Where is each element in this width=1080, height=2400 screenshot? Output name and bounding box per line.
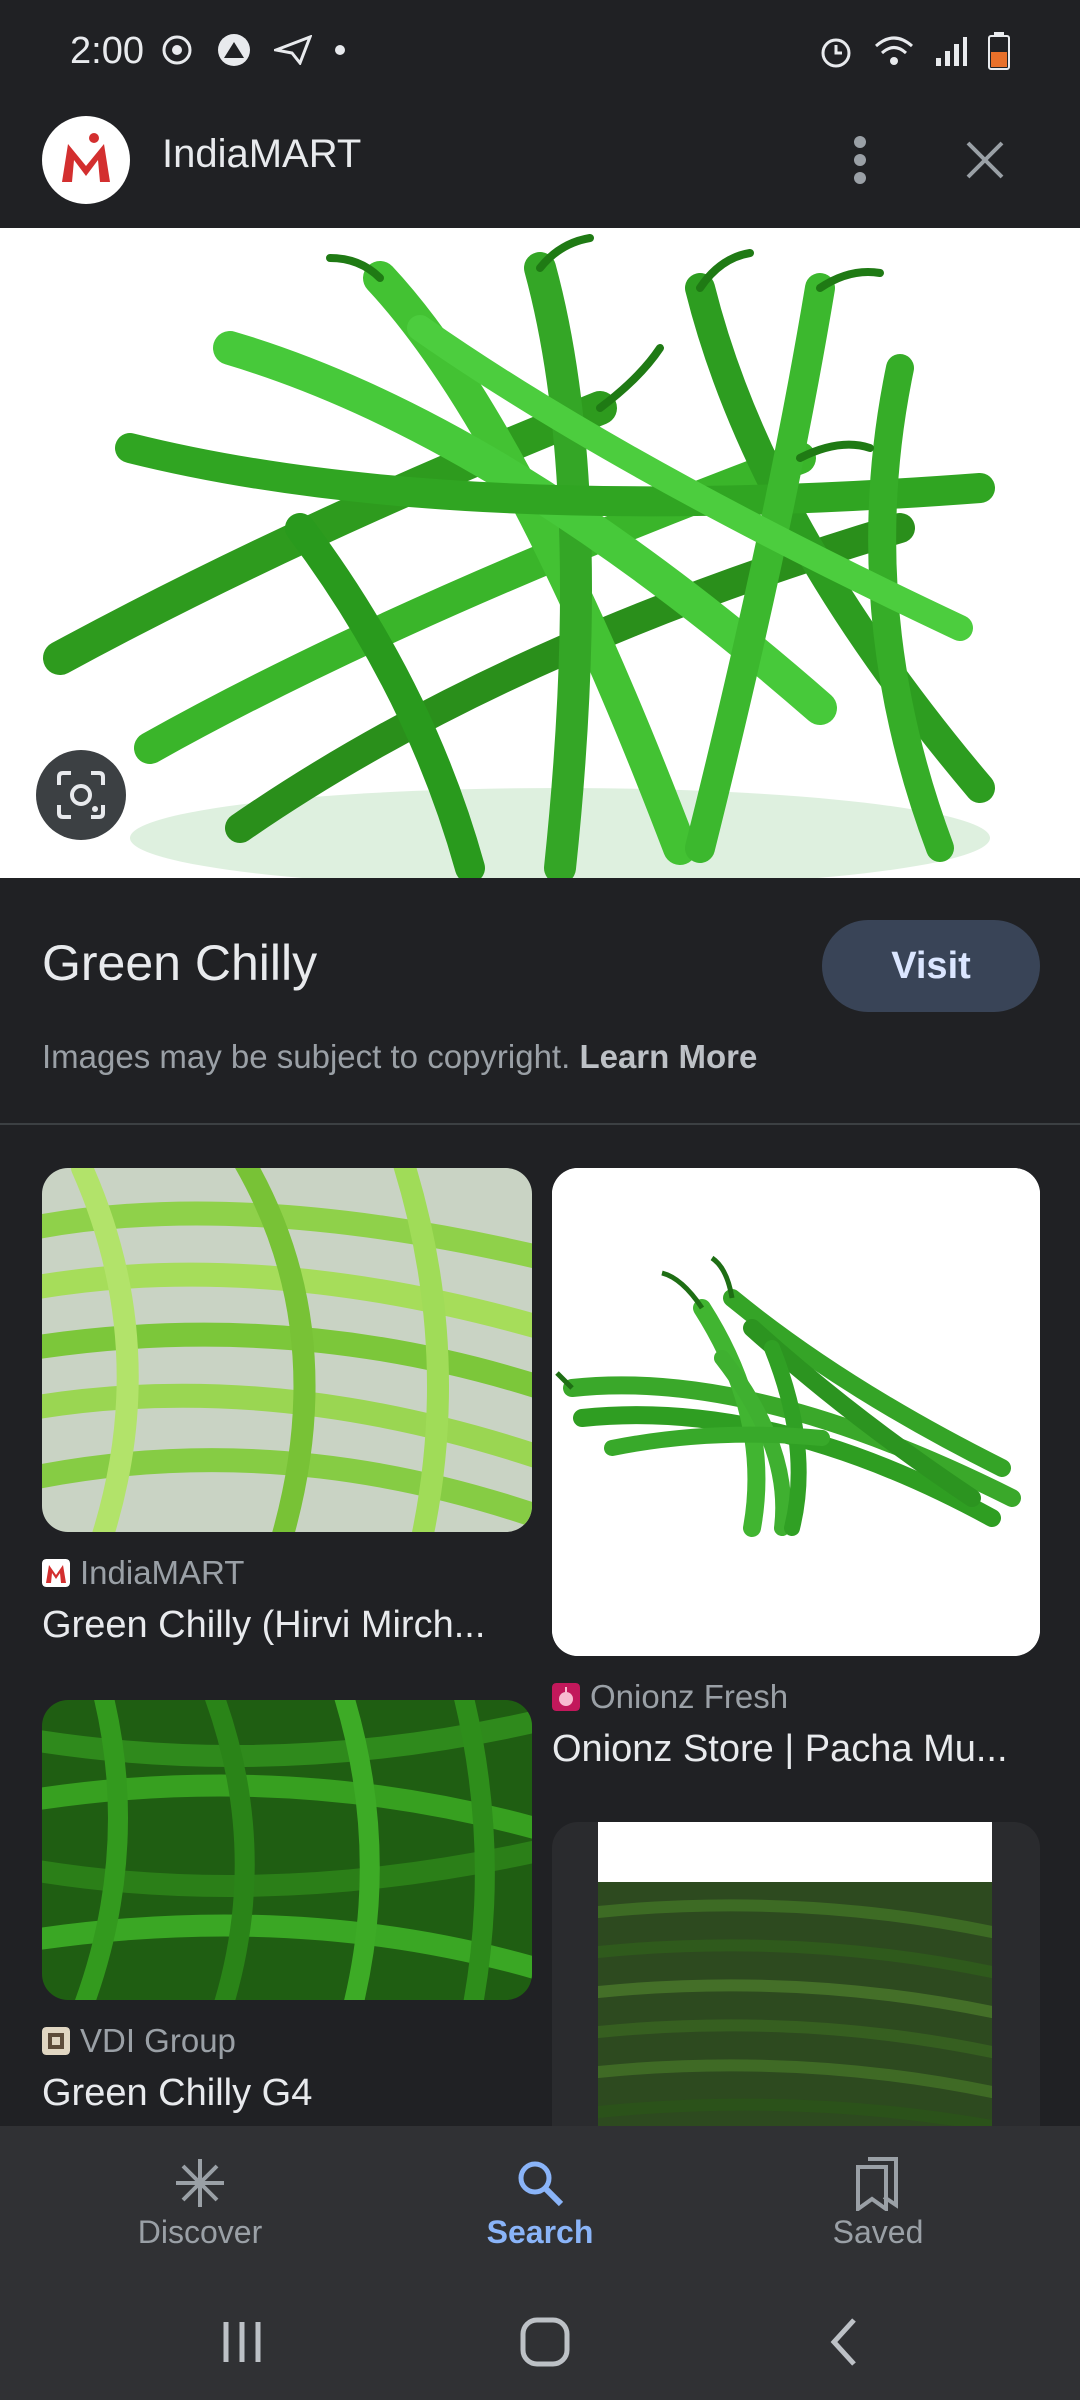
related-source: Onionz Fresh bbox=[590, 1678, 789, 1715]
green-chilies-image bbox=[0, 228, 1080, 878]
copyright-text: Images may be subject to copyright. bbox=[42, 1038, 571, 1075]
battery-icon bbox=[988, 32, 1010, 70]
related-source: IndiaMART bbox=[80, 1554, 245, 1591]
result-header: Green Chilly Visit Images may be subject… bbox=[0, 878, 1080, 1125]
related-title[interactable]: Green Chilly (Hirvi Mirch... bbox=[42, 1604, 532, 1647]
chilies-thumbnail bbox=[552, 1168, 1040, 1656]
learn-more-link[interactable]: Learn More bbox=[579, 1038, 757, 1075]
home-button[interactable] bbox=[515, 2312, 575, 2372]
google-lens-icon bbox=[57, 771, 105, 819]
status-time: 2:00 bbox=[70, 30, 144, 72]
related-source: VDI Group bbox=[80, 2022, 236, 2059]
nav-search-label: Search bbox=[486, 2214, 594, 2250]
related-title[interactable]: Green Chilly G4 bbox=[42, 2072, 532, 2115]
visit-button[interactable]: Visit bbox=[822, 920, 1040, 1012]
chilies-thumbnail bbox=[598, 1822, 992, 2126]
related-card[interactable]: Onionz Fresh Onionz Store | Pacha Mu... bbox=[552, 1168, 1040, 1771]
sync-icon bbox=[162, 35, 192, 65]
nav-search[interactable]: Search bbox=[420, 2152, 660, 2251]
signal-icon bbox=[936, 37, 967, 66]
recents-icon bbox=[223, 2322, 261, 2362]
related-card[interactable] bbox=[552, 1822, 1040, 2126]
chilies-thumbnail bbox=[42, 1168, 532, 1532]
result-title: Green Chilly bbox=[42, 935, 318, 991]
related-image[interactable] bbox=[42, 1168, 532, 1532]
lens-button[interactable] bbox=[36, 750, 126, 840]
nav-discover[interactable]: Discover bbox=[80, 2152, 320, 2251]
bookmark-icon bbox=[856, 2157, 898, 2211]
site-logo[interactable] bbox=[42, 116, 130, 204]
recents-button[interactable] bbox=[212, 2316, 272, 2368]
wifi-icon bbox=[875, 36, 913, 65]
preview-image[interactable] bbox=[0, 228, 1080, 878]
vdi-favicon-icon bbox=[42, 2027, 70, 2055]
close-icon bbox=[966, 141, 1004, 179]
home-icon bbox=[520, 2317, 570, 2367]
send-icon bbox=[274, 35, 312, 65]
copyright-notice: Images may be subject to copyright. Lear… bbox=[42, 1038, 757, 1076]
indiamart-favicon-icon bbox=[42, 1559, 70, 1587]
alarm-icon bbox=[821, 38, 851, 68]
status-bar: 2:00 bbox=[0, 0, 1080, 92]
search-icon bbox=[518, 2161, 564, 2207]
chilies-thumbnail bbox=[42, 1700, 532, 2000]
bottom-navigation: Discover Search Saved bbox=[0, 2126, 1080, 2284]
back-icon bbox=[830, 2318, 856, 2366]
back-button[interactable] bbox=[820, 2314, 870, 2370]
nav-discover-label: Discover bbox=[137, 2214, 263, 2250]
related-image[interactable] bbox=[552, 1168, 1040, 1656]
app-bar: IndiaMART bbox=[0, 92, 1080, 228]
related-title[interactable]: Onionz Store | Pacha Mu... bbox=[552, 1728, 1040, 1771]
nav-saved[interactable]: Saved bbox=[758, 2152, 998, 2251]
close-button[interactable] bbox=[950, 122, 1020, 198]
related-image[interactable] bbox=[598, 1822, 992, 2126]
more-vert-icon bbox=[854, 136, 866, 184]
indiamart-logo-icon bbox=[62, 133, 110, 182]
nav-saved-label: Saved bbox=[832, 2214, 924, 2250]
related-card[interactable]: VDI Group Green Chilly G4 bbox=[42, 1700, 532, 2115]
more-options-button[interactable] bbox=[830, 122, 890, 198]
related-image[interactable] bbox=[42, 1700, 532, 2000]
onionz-favicon-icon bbox=[552, 1683, 580, 1711]
app-notification-icon bbox=[218, 34, 250, 66]
dot-icon bbox=[335, 45, 345, 55]
discover-icon bbox=[176, 2159, 224, 2207]
site-name: IndiaMART bbox=[162, 132, 362, 176]
related-card[interactable]: IndiaMART Green Chilly (Hirvi Mirch... bbox=[42, 1168, 532, 1647]
system-navigation bbox=[0, 2284, 1080, 2400]
